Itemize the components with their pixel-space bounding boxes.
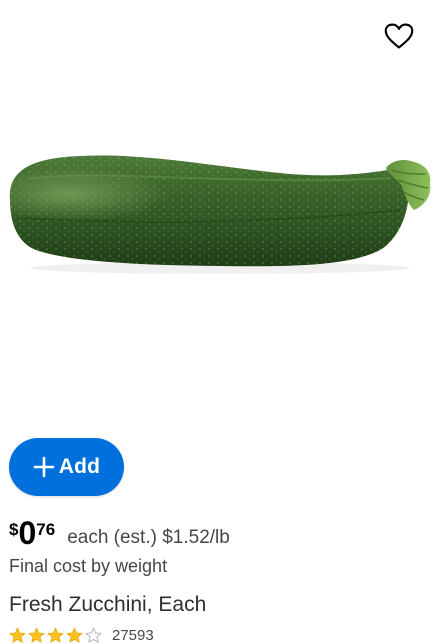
price: $ 0 76 each (est.) $1.52/lb xyxy=(9,514,230,554)
final-cost-note: Final cost by weight xyxy=(9,556,168,576)
plus-icon xyxy=(33,456,55,478)
product-card[interactable]: Add $ 0 76 each (est.) $1.52/lb Final co… xyxy=(0,0,446,644)
price-whole: 0 xyxy=(18,515,37,551)
zucchini-image[interactable] xyxy=(0,100,446,300)
unit-price: each (est.) $1.52/lb xyxy=(67,527,230,548)
favorite-button[interactable] xyxy=(378,16,420,56)
heart-outline-icon xyxy=(384,23,414,49)
product-title[interactable]: Fresh Zucchini, Each xyxy=(9,593,206,617)
add-button-label: Add xyxy=(58,455,101,478)
rating[interactable]: 27593 xyxy=(9,626,154,644)
add-to-cart-button[interactable]: Add xyxy=(9,438,124,496)
price-cents: 76 xyxy=(36,520,56,539)
price-currency: $ xyxy=(9,520,19,539)
